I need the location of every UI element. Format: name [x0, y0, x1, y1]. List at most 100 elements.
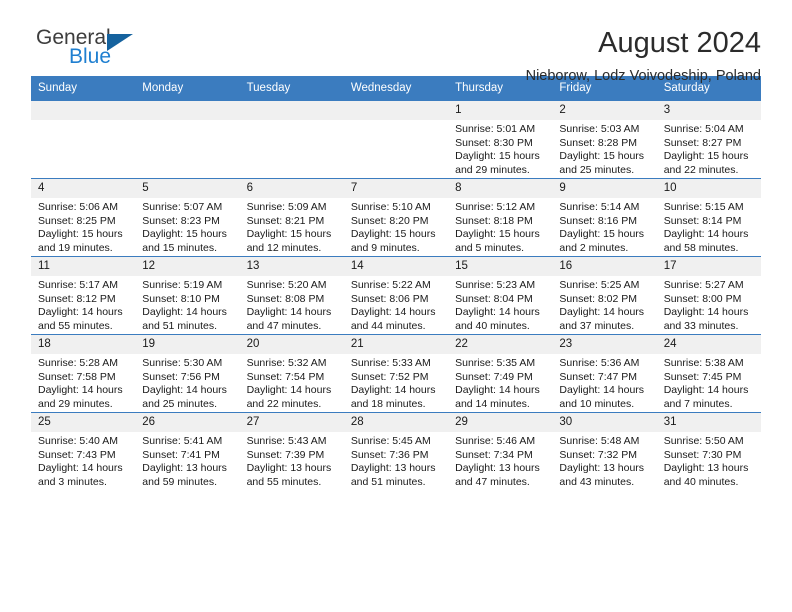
- day-number: 18: [31, 335, 136, 354]
- calendar-day-cell[interactable]: 9 Sunrise: 5:14 AM Sunset: 8:16 PM Daylight…: [552, 178, 657, 257]
- day-number: [239, 101, 344, 120]
- daylight-text-line2: and 47 minutes.: [455, 475, 530, 488]
- day-details: Sunrise: 5:12 AM Sunset: 8:18 PM Daylight:…: [448, 198, 552, 255]
- day-number: 17: [656, 257, 761, 276]
- sunrise-text: Sunrise: 5:04 AM: [663, 123, 744, 135]
- daylight-text-line1: Daylight: 15 hours: [455, 150, 540, 163]
- daylight-text-line1: Daylight: 14 hours: [455, 306, 540, 319]
- calendar-day-cell[interactable]: 19 Sunrise: 5:30 AM Sunset: 7:56 PM Dayligh…: [135, 334, 240, 413]
- day-number: 26: [135, 413, 240, 432]
- daylight-text-line2: and 47 minutes.: [246, 319, 322, 332]
- calendar-day-cell[interactable]: 17 Sunrise: 5:27 AM Sunset: 8:00 PM Dayligh…: [656, 256, 761, 335]
- daylight-text-line2: and 55 minutes.: [38, 319, 113, 332]
- calendar-day-cell[interactable]: 11 Sunrise: 5:17 AM Sunset: 8:12 PM Dayligh…: [31, 256, 136, 335]
- page-title: August 2024: [598, 27, 761, 59]
- sunrise-text: Sunrise: 5:46 AM: [455, 435, 536, 447]
- calendar-day-cell[interactable]: 26 Sunrise: 5:41 AM Sunset: 7:41 PM Dayligh…: [135, 412, 240, 491]
- sunset-text: Sunset: 7:36 PM: [350, 448, 429, 461]
- day-cell-inner: [239, 101, 344, 178]
- daylight-text-line1: Daylight: 14 hours: [455, 384, 540, 397]
- calendar-day-cell[interactable]: 5 Sunrise: 5:07 AM Sunset: 8:23 PM Daylight…: [135, 178, 240, 257]
- calendar-week-row: 11 Sunrise: 5:17 AM Sunset: 8:12 PM Dayligh…: [31, 256, 761, 335]
- daylight-text-line2: and 25 minutes.: [559, 163, 635, 176]
- day-cell-inner: 17 Sunrise: 5:27 AM Sunset: 8:00 PM Dayligh…: [656, 257, 761, 334]
- day-details: Sunrise: 5:10 AM Sunset: 8:20 PM Daylight:…: [344, 198, 448, 255]
- daylight-text-line1: Daylight: 14 hours: [663, 228, 749, 241]
- day-details: Sunrise: 5:50 AM Sunset: 7:30 PM Daylight:…: [657, 432, 761, 489]
- daylight-text-line1: Daylight: 14 hours: [38, 306, 123, 319]
- page-header: General Blue August 2024 Nieborow, Lodz …: [31, 0, 761, 84]
- calendar-day-cell[interactable]: 30 Sunrise: 5:48 AM Sunset: 7:32 PM Dayligh…: [552, 412, 657, 491]
- sunrise-sunset-calendar: Sunday Monday Tuesday Wednesday Thursday…: [31, 76, 761, 491]
- calendar-day-cell[interactable]: 6 Sunrise: 5:09 AM Sunset: 8:21 PM Daylight…: [239, 178, 344, 257]
- calendar-day-cell[interactable]: 21 Sunrise: 5:33 AM Sunset: 7:52 PM Dayligh…: [343, 334, 449, 413]
- day-details: Sunrise: 5:09 AM Sunset: 8:21 PM Daylight:…: [240, 198, 344, 255]
- general-blue-logo[interactable]: General Blue: [31, 26, 166, 68]
- day-number: 4: [31, 179, 136, 198]
- calendar-day-cell[interactable]: 20 Sunrise: 5:32 AM Sunset: 7:54 PM Dayligh…: [239, 334, 344, 413]
- daylight-text-line2: and 2 minutes.: [559, 241, 629, 254]
- day-details: Sunrise: 5:48 AM Sunset: 7:32 PM Daylight:…: [552, 432, 656, 489]
- sunrise-text: Sunrise: 5:35 AM: [455, 357, 536, 369]
- calendar-day-cell[interactable]: 4 Sunrise: 5:06 AM Sunset: 8:25 PM Daylight…: [31, 178, 136, 257]
- day-details: Sunrise: 5:20 AM Sunset: 8:08 PM Daylight:…: [240, 276, 344, 333]
- daylight-text-line1: Daylight: 14 hours: [559, 384, 645, 397]
- sunrise-text: Sunrise: 5:40 AM: [38, 435, 118, 447]
- calendar-day-cell[interactable]: 14 Sunrise: 5:22 AM Sunset: 8:06 PM Dayligh…: [343, 256, 449, 335]
- day-cell-inner: 1 Sunrise: 5:01 AM Sunset: 8:30 PM Daylight…: [448, 101, 553, 178]
- calendar-day-cell[interactable]: 31 Sunrise: 5:50 AM Sunset: 7:30 PM Dayligh…: [656, 412, 761, 491]
- daylight-text-line1: Daylight: 14 hours: [142, 306, 227, 319]
- day-number: [343, 101, 449, 120]
- day-number: 3: [656, 101, 761, 120]
- calendar-day-cell[interactable]: 25 Sunrise: 5:40 AM Sunset: 7:43 PM Dayligh…: [31, 412, 136, 491]
- calendar-day-cell[interactable]: 3 Sunrise: 5:04 AM Sunset: 8:27 PM Daylight…: [656, 100, 761, 179]
- daylight-text-line1: Daylight: 14 hours: [38, 462, 123, 475]
- sunrise-text: Sunrise: 5:15 AM: [663, 201, 744, 213]
- calendar-day-cell[interactable]: 29 Sunrise: 5:46 AM Sunset: 7:34 PM Dayligh…: [448, 412, 553, 491]
- calendar-day-cell[interactable]: 15 Sunrise: 5:23 AM Sunset: 8:04 PM Dayligh…: [448, 256, 553, 335]
- calendar-day-cell[interactable]: 27 Sunrise: 5:43 AM Sunset: 7:39 PM Dayligh…: [239, 412, 344, 491]
- daylight-text-line2: and 12 minutes.: [246, 241, 322, 254]
- day-cell-inner: 29 Sunrise: 5:46 AM Sunset: 7:34 PM Dayligh…: [448, 413, 553, 491]
- calendar-day-cell[interactable]: 10 Sunrise: 5:15 AM Sunset: 8:14 PM Dayligh…: [656, 178, 761, 257]
- calendar-day-cell[interactable]: 23 Sunrise: 5:36 AM Sunset: 7:47 PM Dayligh…: [552, 334, 657, 413]
- sunset-text: Sunset: 8:10 PM: [142, 292, 220, 305]
- daylight-text-line1: Daylight: 14 hours: [38, 384, 123, 397]
- day-number: 24: [656, 335, 761, 354]
- daylight-text-line2: and 51 minutes.: [142, 319, 217, 332]
- day-number: 29: [448, 413, 553, 432]
- daylight-text-line1: Daylight: 13 hours: [559, 462, 645, 475]
- calendar-day-cell[interactable]: 2 Sunrise: 5:03 AM Sunset: 8:28 PM Daylight…: [552, 100, 657, 179]
- day-details: Sunrise: 5:15 AM Sunset: 8:14 PM Daylight:…: [657, 198, 761, 255]
- daylight-text-line2: and 37 minutes.: [559, 319, 635, 332]
- day-number: 5: [135, 179, 240, 198]
- calendar-day-cell[interactable]: 1 Sunrise: 5:01 AM Sunset: 8:30 PM Daylight…: [448, 100, 553, 179]
- weekday-header-monday: Monday: [135, 76, 240, 101]
- day-cell-inner: 27 Sunrise: 5:43 AM Sunset: 7:39 PM Dayligh…: [239, 413, 344, 491]
- day-cell-inner: 25 Sunrise: 5:40 AM Sunset: 7:43 PM Dayligh…: [31, 413, 136, 491]
- day-details: Sunrise: 5:07 AM Sunset: 8:23 PM Daylight:…: [135, 198, 239, 255]
- calendar-day-cell[interactable]: 12 Sunrise: 5:19 AM Sunset: 8:10 PM Dayligh…: [135, 256, 240, 335]
- day-cell-inner: 23 Sunrise: 5:36 AM Sunset: 7:47 PM Dayligh…: [552, 335, 657, 412]
- calendar-day-cell[interactable]: 7 Sunrise: 5:10 AM Sunset: 8:20 PM Daylight…: [343, 178, 449, 257]
- sunset-text: Sunset: 7:39 PM: [246, 448, 325, 461]
- calendar-cell-empty: [31, 100, 136, 179]
- day-cell-inner: 4 Sunrise: 5:06 AM Sunset: 8:25 PM Daylight…: [31, 179, 136, 256]
- sunrise-text: Sunrise: 5:09 AM: [246, 201, 327, 213]
- calendar-day-cell[interactable]: 18 Sunrise: 5:28 AM Sunset: 7:58 PM Dayligh…: [31, 334, 136, 413]
- day-details: Sunrise: 5:03 AM Sunset: 8:28 PM Daylight:…: [552, 120, 656, 177]
- calendar-day-cell[interactable]: 13 Sunrise: 5:20 AM Sunset: 8:08 PM Dayligh…: [239, 256, 344, 335]
- calendar-cell-empty: [239, 100, 344, 179]
- sunset-text: Sunset: 8:20 PM: [350, 214, 429, 227]
- calendar-day-cell[interactable]: 16 Sunrise: 5:25 AM Sunset: 8:02 PM Dayligh…: [552, 256, 657, 335]
- calendar-day-cell[interactable]: 8 Sunrise: 5:12 AM Sunset: 8:18 PM Daylight…: [448, 178, 553, 257]
- day-details: Sunrise: 5:43 AM Sunset: 7:39 PM Daylight:…: [240, 432, 344, 489]
- daylight-text-line1: Daylight: 13 hours: [142, 462, 227, 475]
- calendar-day-cell[interactable]: 22 Sunrise: 5:35 AM Sunset: 7:49 PM Dayligh…: [448, 334, 553, 413]
- daylight-text-line2: and 5 minutes.: [455, 241, 525, 254]
- day-details: Sunrise: 5:28 AM Sunset: 7:58 PM Daylight:…: [31, 354, 135, 411]
- calendar-day-cell[interactable]: 24 Sunrise: 5:38 AM Sunset: 7:45 PM Dayligh…: [656, 334, 761, 413]
- day-cell-inner: 26 Sunrise: 5:41 AM Sunset: 7:41 PM Dayligh…: [135, 413, 240, 491]
- calendar-day-cell[interactable]: 28 Sunrise: 5:45 AM Sunset: 7:36 PM Dayligh…: [343, 412, 449, 491]
- daylight-text-line1: Daylight: 14 hours: [142, 384, 227, 397]
